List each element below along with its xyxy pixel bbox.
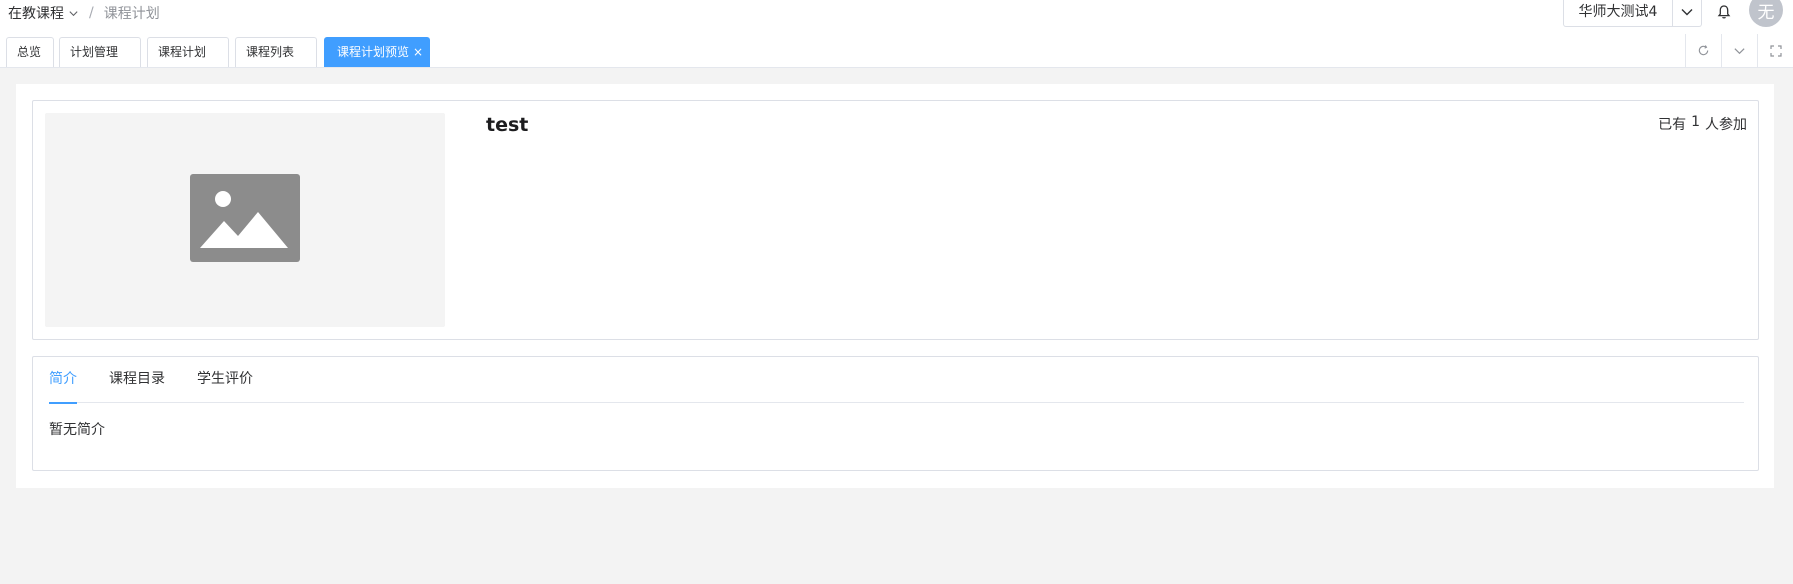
breadcrumb-item-teaching-courses[interactable]: 在教课程 <box>8 3 64 23</box>
chevron-down-icon <box>1680 4 1694 23</box>
detail-tabs: 简介 课程目录 学生评价 <box>49 357 1744 404</box>
bell-icon[interactable] <box>1714 1 1734 23</box>
tab-course-plan-preview[interactable]: 课程计划预览 × <box>324 37 430 67</box>
tab-plan-management[interactable]: 计划管理 <box>59 37 141 67</box>
breadcrumb: 在教课程 / 课程计划 <box>8 3 160 23</box>
participants-count: 已有 1 人参加 <box>1658 114 1747 134</box>
tenant-switcher[interactable]: 华师大测试4 <box>1563 0 1702 27</box>
tab-menu-button[interactable] <box>1721 34 1757 68</box>
tab-course-catalog[interactable]: 课程目录 <box>109 357 165 403</box>
participants-suffix: 人参加 <box>1705 117 1747 133</box>
refresh-button[interactable] <box>1685 34 1721 68</box>
tab-label: 课程列表 <box>246 45 295 59</box>
tab-course-plan[interactable]: 课程计划 <box>147 37 229 67</box>
chevron-down-icon <box>1733 42 1746 61</box>
image-placeholder-icon <box>190 174 300 266</box>
tab-label: 总览 <box>17 45 42 59</box>
tab-student-reviews[interactable]: 学生评价 <box>197 357 253 403</box>
tab-label: 课程计划预览 <box>337 45 410 59</box>
course-title: test <box>486 114 529 136</box>
participants-prefix: 已有 <box>1658 117 1687 133</box>
participants-number: 1 <box>1691 114 1700 130</box>
tab-tools <box>1685 34 1793 68</box>
refresh-icon <box>1697 42 1710 61</box>
fullscreen-icon <box>1769 42 1782 61</box>
course-detail-panel: 简介 课程目录 学生评价 暂无简介 <box>32 356 1759 471</box>
course-preview-card: test 已有 1 人参加 简介 课程目录 学生评价 暂无简介 <box>16 84 1774 488</box>
tenant-name[interactable]: 华师大测试4 <box>1564 0 1673 26</box>
course-info-panel: test 已有 1 人参加 <box>32 100 1759 340</box>
tab-overview[interactable]: 总览 <box>6 37 54 67</box>
tabs-bar: 总览 计划管理 课程计划 课程列表 课程计划预览 × <box>0 34 1793 68</box>
breadcrumb-item-current: 课程计划 <box>103 6 160 22</box>
introduction-text: 暂无简介 <box>49 422 105 438</box>
avatar[interactable]: 无 <box>1749 0 1783 27</box>
fullscreen-button[interactable] <box>1757 34 1793 68</box>
top-header: 在教课程 / 课程计划 华师大测试4 无 <box>0 0 1793 34</box>
breadcrumb-separator: / <box>89 5 94 21</box>
tab-label: 课程计划 <box>158 45 207 59</box>
close-icon[interactable]: × <box>413 38 423 67</box>
chevron-down-icon[interactable] <box>68 8 79 19</box>
tab-label: 计划管理 <box>70 45 119 59</box>
tab-introduction[interactable]: 简介 <box>49 357 77 404</box>
course-cover-image <box>45 113 445 327</box>
tab-course-list[interactable]: 课程列表 <box>235 37 317 67</box>
tenant-dropdown-button[interactable] <box>1673 0 1701 26</box>
